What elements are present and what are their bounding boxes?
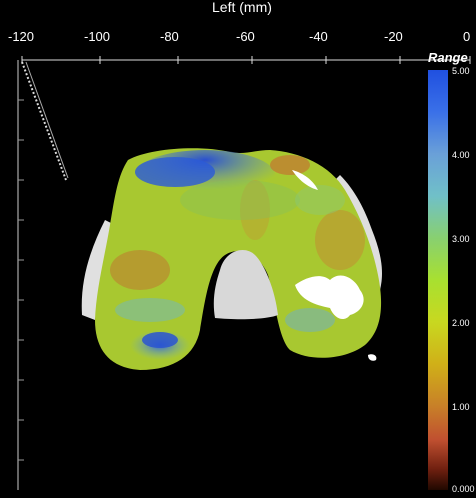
colorbar-label: 1.00: [452, 402, 470, 412]
colorbar-label: 2.00: [452, 318, 470, 328]
colorbar-title: Range: [428, 50, 468, 65]
low-range-region-left: [110, 250, 170, 290]
knee-3d-rendering: [17, 56, 471, 490]
z-axis-line: [21, 61, 67, 181]
colorbar-label: 4.00: [452, 150, 470, 160]
colorbar-label: 5.00: [452, 66, 470, 76]
colorbar-label: 3.00: [452, 234, 470, 244]
y-axis-ticks: [18, 99, 24, 461]
colorbar-label: 0.000: [452, 484, 475, 494]
low-range-region-right: [315, 210, 365, 270]
colorbar: [428, 70, 448, 490]
z-axis-line: [25, 61, 69, 179]
